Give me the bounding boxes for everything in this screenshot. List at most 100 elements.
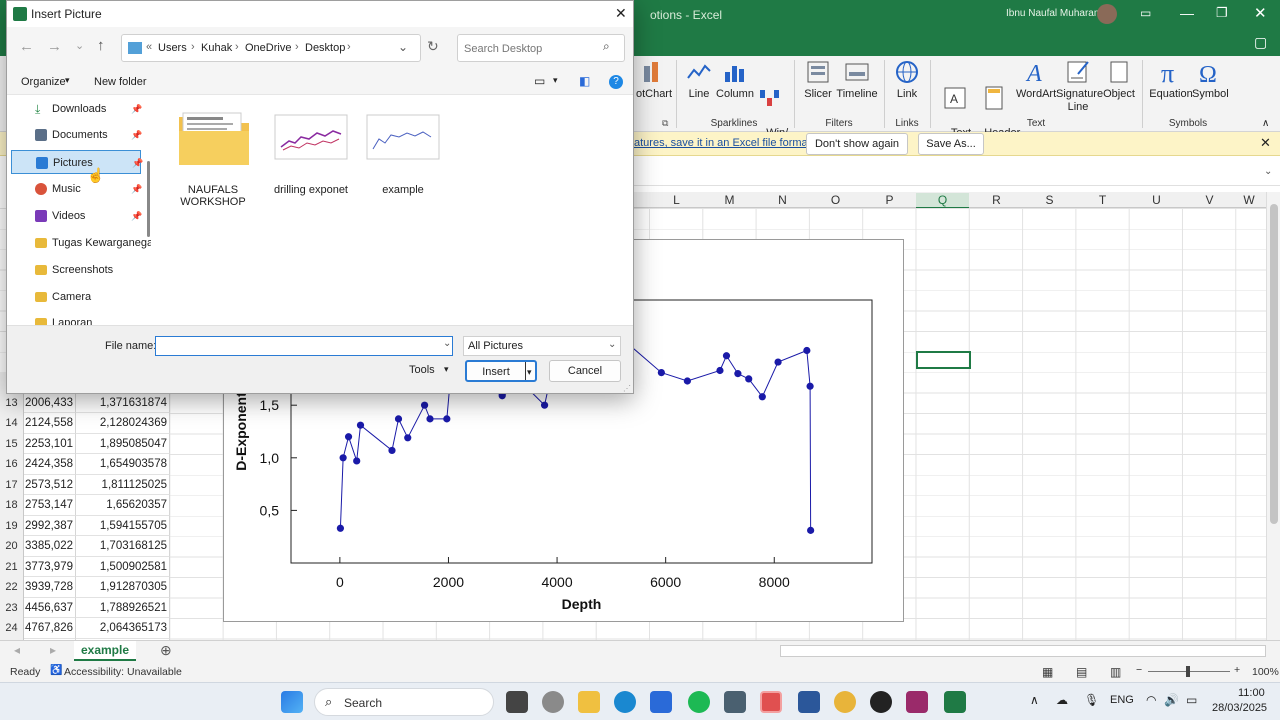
- nav-item-documents[interactable]: Documents 📌: [11, 123, 142, 147]
- prev-sheet-icon[interactable]: ◂: [14, 643, 20, 657]
- tools-button[interactable]: Tools: [409, 364, 435, 376]
- link-button[interactable]: Link: [890, 58, 924, 101]
- maximize-icon[interactable]: ❐: [1216, 5, 1228, 21]
- column-header[interactable]: P: [863, 193, 916, 207]
- organize-button[interactable]: Organize: [21, 76, 66, 88]
- avatar[interactable]: [1097, 4, 1117, 24]
- page-layout-icon[interactable]: ▤: [1076, 665, 1087, 679]
- breadcrumb-onedrive[interactable]: OneDrive: [245, 42, 291, 54]
- file-name-dropdown-icon[interactable]: ⌄: [443, 338, 451, 349]
- slicer-button[interactable]: Slicer: [800, 58, 836, 101]
- column-header[interactable]: S: [1023, 193, 1076, 207]
- view-dropdown-icon[interactable]: ▾: [553, 75, 558, 86]
- ribbon-display-icon[interactable]: ▭: [1140, 6, 1151, 20]
- pin-icon[interactable]: 📌: [131, 177, 142, 201]
- close-icon[interactable]: ✕: [1254, 4, 1267, 22]
- cell-dexponent[interactable]: 1,912870305: [76, 577, 170, 598]
- row-header[interactable]: 17: [0, 474, 24, 495]
- close-message-icon[interactable]: ✕: [1260, 135, 1271, 151]
- cell-dexponent[interactable]: 1,811125025: [76, 474, 170, 495]
- cell-depth[interactable]: 4456,637: [24, 597, 76, 618]
- row-header[interactable]: 16: [0, 454, 24, 475]
- sheet-tab-example[interactable]: example: [74, 641, 136, 661]
- nav-item-camera[interactable]: Camera: [11, 285, 141, 309]
- tools-dropdown-icon[interactable]: ▾: [444, 364, 449, 375]
- nav-scrollbar-thumb[interactable]: [147, 161, 150, 237]
- settings-icon[interactable]: [542, 691, 564, 713]
- save-as-button[interactable]: Save As...: [918, 133, 984, 155]
- page-break-icon[interactable]: ▥: [1110, 665, 1121, 679]
- clock-date[interactable]: 28/03/2025: [1212, 702, 1267, 714]
- start-icon[interactable]: [281, 691, 303, 713]
- row-header[interactable]: 24: [0, 618, 24, 639]
- pin-icon[interactable]: 📌: [131, 204, 142, 228]
- sparkline-line-button[interactable]: Line: [682, 58, 716, 101]
- refresh-icon[interactable]: ↻: [427, 38, 439, 55]
- back-arrow-icon[interactable]: ←: [19, 38, 34, 55]
- column-header-active[interactable]: Q: [916, 193, 969, 209]
- clock-app-icon[interactable]: [760, 691, 782, 713]
- cell-dexponent[interactable]: 1,654903578: [76, 454, 170, 475]
- expand-formula-icon[interactable]: ⌄: [1264, 166, 1272, 177]
- resize-grip-icon[interactable]: ⋰: [623, 384, 631, 393]
- pin-icon[interactable]: 📌: [131, 123, 142, 147]
- help-icon[interactable]: ?: [609, 75, 623, 89]
- search-desktop-input[interactable]: Search Desktop: [457, 34, 625, 62]
- breadcrumb-desktop[interactable]: Desktop: [305, 42, 345, 54]
- cell-dexponent[interactable]: 1,594155705: [76, 515, 170, 536]
- chevron-up-icon[interactable]: ∧: [1030, 693, 1039, 707]
- cell-dexponent[interactable]: 1,703168125: [76, 536, 170, 557]
- file-name-input[interactable]: [155, 336, 453, 356]
- address-dropdown-icon[interactable]: ⌄: [398, 40, 408, 54]
- battery-icon[interactable]: ▭: [1186, 693, 1197, 707]
- cell-depth[interactable]: 2424,358: [24, 454, 76, 475]
- nav-item-screenshots[interactable]: Screenshots: [11, 258, 141, 282]
- wordart-button[interactable]: A WordArt: [1016, 58, 1056, 101]
- excel-icon[interactable]: [944, 691, 966, 713]
- cell-depth[interactable]: 3385,022: [24, 536, 76, 557]
- object-button[interactable]: Object: [1100, 58, 1138, 101]
- nav-item-laporan[interactable]: Laporan praktikum: [11, 311, 141, 325]
- row-header[interactable]: 23: [0, 597, 24, 618]
- clock-time[interactable]: 11:00: [1238, 687, 1265, 699]
- scrollbar-thumb[interactable]: [1270, 204, 1278, 524]
- nav-item-music[interactable]: Music 📌: [11, 177, 142, 201]
- store-icon[interactable]: [650, 691, 672, 713]
- taskbar-search[interactable]: ⌕ Search: [314, 688, 494, 716]
- nav-item-pictures[interactable]: Pictures 📌: [11, 150, 143, 174]
- app-icon[interactable]: [906, 691, 928, 713]
- file-type-select[interactable]: All Pictures ⌄: [463, 336, 621, 356]
- cell-depth[interactable]: 2124,558: [24, 413, 76, 434]
- forward-arrow-icon[interactable]: →: [47, 38, 62, 55]
- nav-item-videos[interactable]: Videos 📌: [11, 204, 142, 228]
- microphone-icon[interactable]: 🎙: [1084, 693, 1099, 707]
- timeline-button[interactable]: Timeline: [836, 58, 878, 101]
- cell-depth[interactable]: 2992,387: [24, 515, 76, 536]
- add-sheet-icon[interactable]: ⊕: [160, 642, 172, 659]
- cell-depth[interactable]: 2253,101: [24, 433, 76, 454]
- volume-icon[interactable]: 🔊: [1164, 693, 1179, 707]
- pin-icon[interactable]: 📌: [131, 97, 142, 121]
- horizontal-scrollbar[interactable]: [780, 645, 1266, 657]
- cell-depth[interactable]: 2006,433: [24, 392, 76, 413]
- app-icon[interactable]: [724, 691, 746, 713]
- zoom-in-icon[interactable]: +: [1234, 664, 1240, 676]
- column-header[interactable]: M: [703, 193, 756, 207]
- column-header[interactable]: W: [1234, 193, 1264, 207]
- cell-dexponent[interactable]: 1,895085047: [76, 433, 170, 454]
- cell-depth[interactable]: 4767,826: [24, 618, 76, 639]
- equation-button[interactable]: π Equation: [1148, 58, 1194, 101]
- column-header[interactable]: R: [970, 193, 1023, 207]
- file-item-example[interactable]: example: [361, 103, 445, 213]
- signature-line-button[interactable]: Signature Line: [1056, 58, 1103, 114]
- collapse-ribbon-icon[interactable]: ∧: [1262, 118, 1269, 129]
- row-header[interactable]: 13: [0, 392, 24, 413]
- row-header[interactable]: 18: [0, 495, 24, 516]
- breadcrumb-overflow-icon[interactable]: «: [146, 41, 152, 53]
- column-header[interactable]: O: [809, 193, 862, 207]
- charts-launcher-icon[interactable]: ⧉: [662, 118, 668, 129]
- cell-dexponent[interactable]: 1,500902581: [76, 556, 170, 577]
- app-icon[interactable]: [870, 691, 892, 713]
- cell-depth[interactable]: 3939,728: [24, 577, 76, 598]
- column-header[interactable]: L: [650, 193, 703, 207]
